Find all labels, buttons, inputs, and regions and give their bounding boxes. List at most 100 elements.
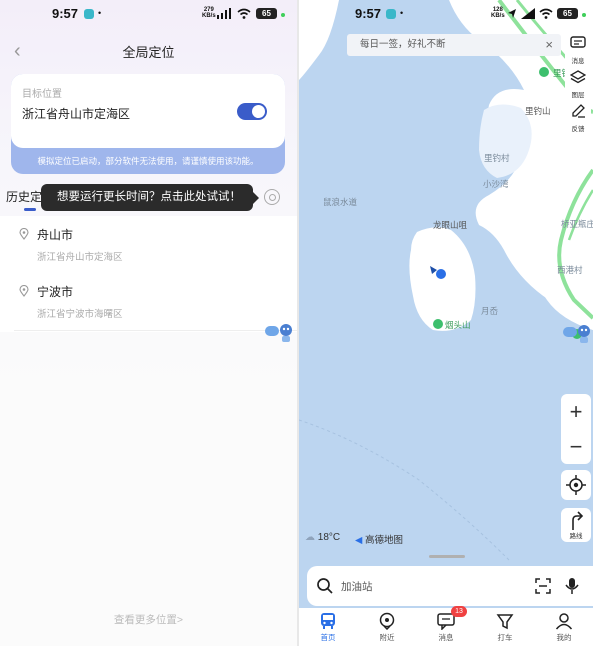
history-address: 浙江省舟山市定海区 [37,252,123,263]
tab-taxi[interactable]: 打车 [476,608,534,646]
network-speed-unit: KB/s [491,13,505,19]
history-item-zhoushan[interactable]: 舟山市 浙江省舟山市定海区 [0,216,297,272]
tab-nearby[interactable]: 附近 [358,608,416,646]
network-speed: 279 KB/s [202,7,216,19]
zoom-out-button[interactable]: − [561,429,591,464]
map-label-head-mountain: 烟头山 [445,320,471,330]
search-bar[interactable]: 加油站 [307,566,593,606]
drawer-handle[interactable] [429,555,465,558]
app-notification-icon [84,9,94,19]
map-brand: ◀ 高德地图 [355,532,403,546]
status-bar: 9:57 • 279 KB/s 65 [0,5,297,23]
status-time: 9:57 [52,6,79,21]
zoom-controls: + − [561,394,591,464]
page-title: 全局定位 [122,45,175,60]
history-city: 舟山市 [37,228,74,242]
app-notification-icon [386,9,396,19]
notification-dot-icon: • [400,8,404,18]
history-item-ningbo[interactable]: 宁波市 浙江省宁波市海曙区 [0,273,297,329]
floating-assistant-icon[interactable] [265,322,293,344]
message-button[interactable]: 消息 [565,33,591,67]
route-button[interactable]: 路线 [561,508,591,542]
signal-icon [521,8,535,19]
map-label-east1: 桥亚瓶庄村 [561,219,593,229]
tab-home[interactable]: 首页 [299,608,357,646]
zoom-in-button[interactable]: + [561,394,591,429]
tab-messages[interactable]: 13 消息 [417,606,475,646]
tab-label: 消息 [438,633,454,642]
locate-me-button[interactable] [561,470,591,500]
status-bar: 9:57 • 128 KB/s 65 [299,5,593,23]
signal-icon [217,8,231,19]
layers-icon [570,70,586,84]
amap-logo-icon: ◀ [355,535,363,546]
target-location-label: 目标位置 [22,89,62,100]
map-label-peak: 龙眼山咀 [433,220,468,230]
weather-temperature: 18°C [317,532,341,543]
map-screen: 龙眼山咀 烟头山 里钓山 里钓村 小沙湾 鼠浪水道 月岙 桥亚瓶庄村 西港村 里… [299,0,593,646]
bottom-tab-bar: 首页 附近 13 消息 打车 我的 [299,606,593,646]
search-input[interactable]: 加油站 [341,579,373,594]
tab-label: 打车 [497,633,513,642]
search-icon [317,578,333,594]
network-speed-unit: KB/s [202,13,216,19]
screens: 9:57 • 279 KB/s 65 ‹ 全局定位 目标位置 浙江省舟山市定海区… [0,0,593,646]
history-address: 浙江省宁波市海曙区 [37,309,123,320]
target-location-value[interactable]: 浙江省舟山市定海区 [22,105,130,122]
mock-location-toggle[interactable] [237,103,267,120]
feedback-label: 反馈 [571,126,585,133]
scan-icon[interactable] [535,578,551,594]
wifi-icon [539,8,553,19]
battery-icon: 65 [256,8,277,19]
map-label-east2: 西港村 [557,265,583,275]
tab-label: 附近 [379,633,395,642]
person-icon [555,613,573,630]
map-label-village3: 小沙湾 [483,179,509,189]
close-icon[interactable]: × [545,34,553,56]
bus-icon [321,613,335,629]
location-pin-icon [379,612,395,630]
map-label-village4: 月岙 [481,306,499,316]
banner-text: 每日一签，好礼不断 [360,39,446,50]
list-divider [14,330,297,331]
feedback-button[interactable]: 反馈 [565,101,591,135]
settings-gear-icon[interactable] [264,189,280,205]
message-label: 消息 [571,58,585,65]
network-speed: 128 KB/s [491,7,505,19]
map-label-village1: 里钓山 [525,106,551,116]
daily-checkin-banner[interactable]: 每日一签，好礼不断 × [347,34,561,56]
toggle-knob [252,105,265,118]
layers-label: 图层 [571,92,585,99]
map-label-village2: 里钓村 [484,153,510,163]
cloud-icon: ☁ [305,532,315,543]
battery-icon: 65 [557,8,578,19]
global-location-screen: 9:57 • 279 KB/s 65 ‹ 全局定位 目标位置 浙江省舟山市定海区… [0,0,297,646]
feedback-icon [572,104,585,118]
history-city: 宁波市 [37,285,74,299]
tab-underline [24,208,36,211]
map-label-waterway: 鼠浪水道 [323,197,358,207]
map-brand-label: 高德地图 [364,535,403,546]
tab-label: 首页 [320,633,336,642]
target-location-card: 目标位置 浙江省舟山市定海区 [11,74,285,148]
run-longer-tooltip[interactable]: 想要运行更长时间？点击此处试试！ [41,184,253,211]
microphone-icon[interactable] [565,577,579,595]
notification-dot-icon: • [98,8,102,18]
floating-assistant-icon[interactable] [563,323,591,345]
route-arrow-icon [572,511,584,530]
map-side-panel: 消息 图层 反馈 [565,31,591,135]
unread-badge: 13 [451,606,467,617]
crosshair-icon [566,475,586,495]
location-pin-icon [19,285,29,297]
route-label: 路线 [569,533,583,540]
message-icon [570,36,586,48]
mock-location-notice: 模拟定位已启动，部分软件无法使用，请谨慎使用该功能。 [37,156,259,166]
wifi-icon [237,8,251,19]
tab-profile[interactable]: 我的 [535,608,593,646]
history-list: 舟山市 浙江省舟山市定海区 宁波市 浙江省宁波市海曙区 [0,216,297,332]
taxi-icon [496,614,514,630]
more-locations-link[interactable]: 查看更多位置> [0,612,297,627]
tab-label: 我的 [556,633,572,642]
weather-info[interactable]: ☁ 18°C [305,532,340,543]
layers-button[interactable]: 图层 [565,67,591,101]
